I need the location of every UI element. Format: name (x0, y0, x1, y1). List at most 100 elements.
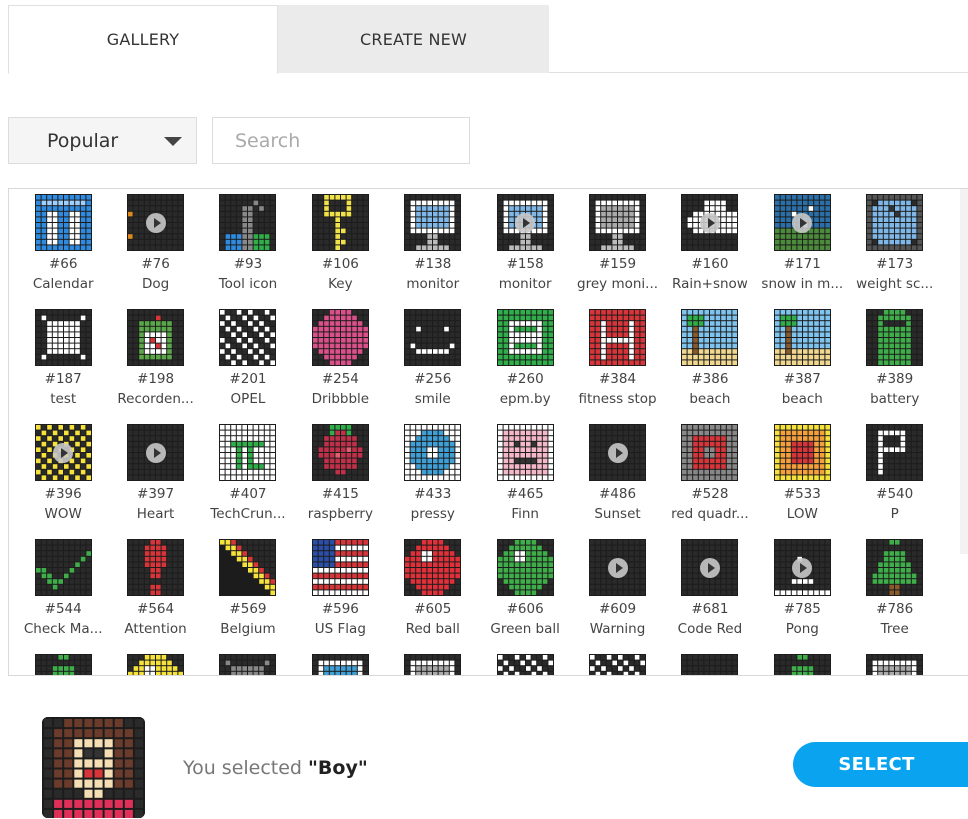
gallery-item-name: epm.by (499, 391, 551, 407)
gallery-item[interactable]: #198 Recorden... (109, 309, 201, 419)
gallery-item[interactable]: #93 Tool icon (202, 194, 294, 304)
gallery-item-name: red quadr... (671, 506, 749, 522)
gallery-item[interactable]: #159 grey moni... (571, 194, 663, 304)
gallery-item[interactable]: #256 smile (387, 309, 479, 419)
blank-icon (589, 424, 647, 481)
gallery-item[interactable]: #160 Rain+snow (664, 194, 756, 304)
tool-icon (219, 194, 277, 251)
gallery-item[interactable]: #544 Check Ma... (17, 539, 109, 649)
gallery-item[interactable]: #260 epm.by (479, 309, 571, 419)
gallery-item[interactable] (294, 654, 386, 675)
gallery-item-name: Calendar (32, 276, 94, 292)
key-icon (311, 194, 369, 251)
search-input[interactable] (212, 117, 470, 164)
gallery-item[interactable]: #786 Tree (849, 539, 941, 649)
gallery-item[interactable]: #415 raspberry (294, 424, 386, 534)
gallery-item-name: Attention (124, 621, 187, 637)
gallery-item[interactable]: #386 beach (664, 309, 756, 419)
gallery-item[interactable]: #528 red quadr... (664, 424, 756, 534)
attention-icon (127, 539, 185, 596)
select-button[interactable]: SELECT (793, 742, 968, 787)
play-icon (607, 557, 628, 578)
gallery-item-name: Finn (511, 506, 539, 522)
gallery-item[interactable]: #158 monitor (479, 194, 571, 304)
gallery-item-number: #569 (229, 601, 267, 617)
gallery-item[interactable]: #407 TechCrun... (202, 424, 294, 534)
gallery-item-number: #201 (229, 371, 267, 387)
gallery-item-number: #486 (598, 486, 637, 502)
gallery-item[interactable]: #254 Dribbble (294, 309, 386, 419)
gallery-item-name: monitor (406, 276, 460, 292)
gallery-item-name: Rain+snow (671, 276, 748, 292)
gallery-item-number: #396 (44, 486, 82, 502)
gallery-item[interactable] (17, 654, 109, 675)
scrollbar[interactable] (960, 189, 968, 554)
gallery-item[interactable]: #606 Green ball (479, 539, 571, 649)
gallery-item-number: #544 (44, 601, 82, 617)
tree-icon (773, 654, 831, 675)
gallery-item-number: #606 (506, 601, 544, 617)
gallery-item-name: Warning (589, 621, 646, 637)
gallery-item[interactable]: #389 battery (849, 309, 941, 419)
gallery-item[interactable] (571, 654, 663, 675)
gallery-item[interactable]: #540 P (849, 424, 941, 534)
gallery-item[interactable]: #465 Finn (479, 424, 571, 534)
gallery-item-name: raspberry (307, 506, 373, 522)
gallery-item[interactable]: #681 Code Red (664, 539, 756, 649)
gallery-item-number: #528 (691, 486, 729, 502)
tab-create-new[interactable]: CREATE NEW (278, 5, 549, 73)
gallery-item-number: #609 (598, 601, 637, 617)
gallery-item-name: Recorden... (117, 391, 194, 407)
gallery-item[interactable]: #138 monitor (387, 194, 479, 304)
fitness-icon (589, 309, 647, 366)
sort-dropdown[interactable]: Popular (8, 117, 197, 164)
selection-label: You selected "Boy" (183, 757, 368, 779)
gallery-item[interactable]: #173 weight sc... (849, 194, 941, 304)
opel-icon (219, 309, 277, 366)
gallery-item[interactable]: #171 snow in m... (756, 194, 848, 304)
gallery-item[interactable]: #66 Calendar (17, 194, 109, 304)
gallery-item[interactable]: #564 Attention (109, 539, 201, 649)
low-icon (773, 424, 831, 481)
gallery-item[interactable]: #609 Warning (571, 539, 663, 649)
gallery-item[interactable]: #785 Pong (756, 539, 848, 649)
gallery-item[interactable] (756, 654, 848, 675)
gallery-item-number: #540 (876, 486, 914, 502)
disc-icon (496, 539, 554, 596)
gallery-item[interactable]: #396 WOW (17, 424, 109, 534)
gallery-item-number: #171 (783, 256, 821, 272)
chevron-down-icon (164, 137, 182, 146)
gallery-item[interactable]: #76 Dog (109, 194, 201, 304)
gallery-item-name: snow in m... (761, 276, 844, 292)
gallery-item-name: Sunset (594, 506, 641, 522)
disc-icon (127, 654, 185, 675)
gallery-item[interactable] (109, 654, 201, 675)
gallery-item[interactable]: #201 OPEL (202, 309, 294, 419)
gallery-item[interactable] (202, 654, 294, 675)
gallery-item[interactable]: #387 beach (756, 309, 848, 419)
gallery-item-number: #93 (233, 256, 263, 272)
tab-gallery[interactable]: GALLERY (8, 5, 278, 74)
gallery-item[interactable]: #397 Heart (109, 424, 201, 534)
gallery-item-name: Heart (136, 506, 175, 522)
gallery-item-number: #596 (321, 601, 359, 617)
gallery-item[interactable]: #486 Sunset (571, 424, 663, 534)
gallery-item[interactable] (849, 654, 941, 675)
gallery-item[interactable]: #106 Key (294, 194, 386, 304)
gallery-item-number: #386 (691, 371, 729, 387)
gallery-item[interactable] (387, 654, 479, 675)
gallery-item[interactable] (664, 654, 756, 675)
gallery-item[interactable]: #433 pressy (387, 424, 479, 534)
gallery-item-name: Dog (141, 276, 170, 292)
gallery-item[interactable]: #384 fitness stop (571, 309, 663, 419)
gallery-item[interactable]: #569 Belgium (202, 539, 294, 649)
gallery-item[interactable] (479, 654, 571, 675)
gallery-item[interactable]: #605 Red ball (387, 539, 479, 649)
gallery-item-number: #564 (137, 601, 175, 617)
play-icon (515, 212, 536, 233)
gallery-item[interactable]: #596 US Flag (294, 539, 386, 649)
gallery-item[interactable]: #533 LOW (756, 424, 848, 534)
selected-item-name: "Boy" (308, 757, 368, 779)
gallery-item[interactable]: #187 test (17, 309, 109, 419)
play-icon (792, 557, 813, 578)
